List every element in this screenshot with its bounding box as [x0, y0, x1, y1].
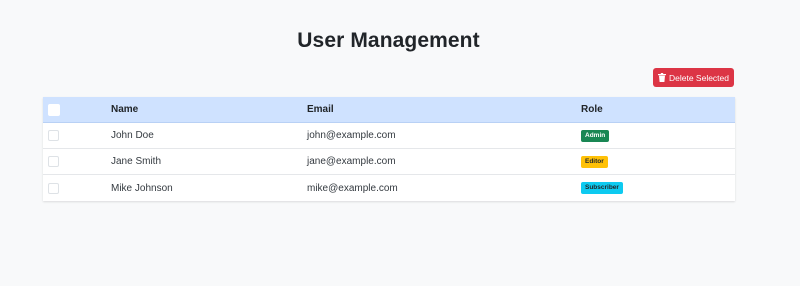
- delete-selected-button[interactable]: Delete Selected: [653, 68, 734, 87]
- trash-icon: [657, 73, 666, 82]
- role-badge: Admin: [581, 129, 610, 142]
- user-name: Jane Smith: [111, 156, 162, 167]
- role-cell: Admin: [581, 123, 610, 148]
- table-row[interactable]: John Doe john@example.com Admin: [43, 123, 735, 149]
- user-name: Mike Johnson: [111, 182, 173, 194]
- column-header-role[interactable]: Role: [581, 97, 603, 122]
- delete-selected-label: Delete Selected: [668, 72, 729, 83]
- table-header-row: Name Email Role: [43, 97, 735, 123]
- select-all-checkbox[interactable]: [48, 103, 60, 116]
- header-checkbox-cell: [48, 97, 60, 122]
- role-badge: Editor: [581, 155, 608, 168]
- page: User Management Delete Selected Name Ema…: [0, 0, 800, 286]
- page-title: User Management: [297, 29, 480, 52]
- user-name: John Doe: [111, 130, 154, 141]
- role-cell: Editor: [581, 149, 608, 174]
- column-header-name[interactable]: Name: [111, 97, 138, 122]
- table-row[interactable]: Jane Smith jane@example.com Editor: [43, 149, 735, 175]
- user-email: john@example.com: [307, 130, 396, 141]
- row-checkbox-cell: [48, 175, 59, 201]
- role-badge: Subscriber: [581, 182, 623, 194]
- row-checkbox[interactable]: [48, 130, 59, 141]
- row-checkbox[interactable]: [48, 182, 59, 194]
- row-checkbox-cell: [48, 123, 59, 148]
- row-checkbox[interactable]: [48, 156, 59, 167]
- user-email: mike@example.com: [307, 182, 398, 194]
- column-header-email[interactable]: Email: [307, 97, 334, 122]
- table-row[interactable]: Mike Johnson mike@example.com Subscriber: [43, 175, 735, 201]
- users-table: Name Email Role John Doe john@example.co…: [43, 97, 735, 201]
- row-checkbox-cell: [48, 149, 59, 174]
- user-email: jane@example.com: [307, 156, 396, 167]
- role-cell: Subscriber: [581, 175, 623, 201]
